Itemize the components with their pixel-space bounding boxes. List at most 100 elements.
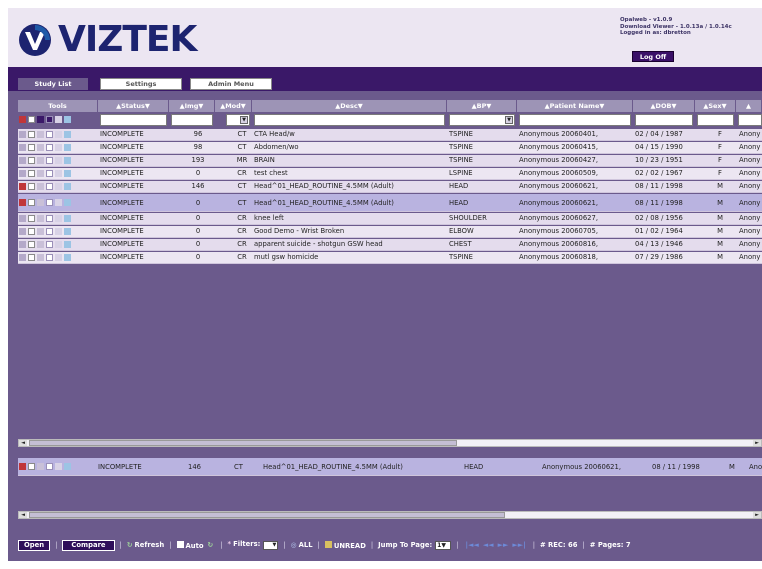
hold-icon[interactable] <box>19 144 26 151</box>
table-row[interactable]: INCOMPLETE 0 CR mutl gsw homicide TSPINE Anon… <box>18 252 762 264</box>
send-icon[interactable] <box>64 157 71 164</box>
tab-admin-menu[interactable]: Admin Menu <box>190 78 272 90</box>
unread-filter-button[interactable]: UNREAD <box>324 540 366 550</box>
send-icon[interactable] <box>64 463 71 470</box>
row-checkbox[interactable] <box>28 170 35 177</box>
key-icon[interactable] <box>37 228 44 235</box>
delete-icon[interactable] <box>55 463 62 470</box>
send-icon[interactable] <box>64 228 71 235</box>
report-icon[interactable] <box>46 199 53 206</box>
report-icon[interactable] <box>46 254 53 261</box>
delete-icon[interactable] <box>55 131 62 138</box>
bp-filter-select[interactable]: ▼ <box>449 114 515 126</box>
all-filter-button[interactable]: ◎ ALL <box>291 541 313 549</box>
delete-icon[interactable] <box>55 199 62 206</box>
table-row[interactable]: INCOMPLETE 0 CR test chest LSPINE Anonymous 2… <box>18 168 762 180</box>
row-checkbox[interactable] <box>28 215 35 222</box>
auto-refresh-icon[interactable]: ↻ <box>208 541 214 549</box>
scroll-thumb[interactable] <box>29 512 505 518</box>
hold-icon[interactable] <box>19 215 26 222</box>
report-icon[interactable] <box>46 241 53 248</box>
col-header-img[interactable]: ▲Img▼ <box>169 100 215 112</box>
col-header-mod[interactable]: ▲Mod▼ <box>215 100 252 112</box>
send-icon[interactable] <box>64 199 71 206</box>
send-icon[interactable] <box>64 241 71 248</box>
delete-icon[interactable] <box>55 170 62 177</box>
filters-select[interactable]: ▼ <box>263 541 279 550</box>
delete-icon[interactable] <box>55 215 62 222</box>
scroll-left-icon[interactable]: ◄ <box>19 440 27 446</box>
tab-settings[interactable]: Settings <box>100 78 182 90</box>
selected-study-row[interactable]: INCOMPLETE 146 CT Head^01_HEAD_ROUTINE_4… <box>18 458 762 476</box>
hold-icon[interactable] <box>19 116 26 123</box>
grid-horizontal-scrollbar[interactable]: ◄ ► <box>18 439 762 447</box>
auto-toggle[interactable]: Auto <box>176 540 204 550</box>
key-icon[interactable] <box>37 254 44 261</box>
more-filter-input[interactable] <box>738 114 762 126</box>
last-page-icon[interactable]: ►►| <box>512 541 525 549</box>
row-checkbox[interactable] <box>28 199 35 206</box>
col-header-desc[interactable]: ▲Desc▼ <box>252 100 447 112</box>
report-icon[interactable] <box>46 131 53 138</box>
hold-icon[interactable] <box>19 241 26 248</box>
send-icon[interactable] <box>64 254 71 261</box>
preview-horizontal-scrollbar[interactable]: ◄ ► <box>18 511 762 519</box>
hold-icon[interactable] <box>19 199 26 206</box>
report-icon[interactable] <box>46 183 53 190</box>
scroll-left-icon[interactable]: ◄ <box>19 512 27 518</box>
row-checkbox[interactable] <box>28 157 35 164</box>
open-button[interactable]: Open <box>18 539 51 551</box>
delete-icon[interactable] <box>55 241 62 248</box>
hold-icon[interactable] <box>19 463 26 470</box>
hold-icon[interactable] <box>19 228 26 235</box>
table-row[interactable]: INCOMPLETE 193 MR BRAIN TSPINE Anonymous 2006… <box>18 155 762 167</box>
table-row[interactable]: INCOMPLETE 0 CT Head^01_HEAD_ROUTINE_4.5MM … <box>18 194 762 212</box>
key-icon[interactable] <box>37 131 44 138</box>
delete-icon[interactable] <box>55 116 62 123</box>
table-row[interactable]: INCOMPLETE 96 CT CTA Head/w TSPINE Anonymous … <box>18 129 762 141</box>
key-icon[interactable] <box>37 215 44 222</box>
hold-icon[interactable] <box>19 183 26 190</box>
send-icon[interactable] <box>64 131 71 138</box>
first-page-icon[interactable]: |◄◄ <box>465 541 478 549</box>
table-row[interactable]: INCOMPLETE 98 CT Abdomen/wo TSPINE Anonymous … <box>18 142 762 154</box>
report-icon[interactable] <box>46 170 53 177</box>
delete-icon[interactable] <box>55 183 62 190</box>
refresh-button[interactable]: ↻ Refresh <box>127 541 164 549</box>
col-header-status[interactable]: ▲Status▼ <box>98 100 169 112</box>
send-icon[interactable] <box>64 183 71 190</box>
tab-study-list[interactable]: Study List <box>18 78 88 90</box>
delete-icon[interactable] <box>55 228 62 235</box>
delete-icon[interactable] <box>55 157 62 164</box>
row-checkbox[interactable] <box>28 183 35 190</box>
hold-icon[interactable] <box>19 170 26 177</box>
col-header-bp[interactable]: ▲BP▼ <box>447 100 517 112</box>
report-icon[interactable] <box>46 228 53 235</box>
col-header-more[interactable]: ▲ <box>736 100 762 112</box>
previous-page-icon[interactable]: ◄◄ <box>483 541 494 549</box>
send-icon[interactable] <box>64 170 71 177</box>
col-header-patient-name[interactable]: ▲Patient Name▼ <box>517 100 633 112</box>
key-icon[interactable] <box>37 199 44 206</box>
hold-icon[interactable] <box>19 254 26 261</box>
log-off-button[interactable]: Log Off <box>632 51 674 62</box>
key-icon[interactable] <box>37 183 44 190</box>
key-icon[interactable] <box>37 463 44 470</box>
send-icon[interactable] <box>64 144 71 151</box>
patient-name-filter-input[interactable] <box>519 114 631 126</box>
next-page-icon[interactable]: ►► <box>498 541 509 549</box>
col-header-dob[interactable]: ▲DOB▼ <box>633 100 695 112</box>
report-icon[interactable] <box>46 157 53 164</box>
hold-icon[interactable] <box>19 131 26 138</box>
table-row[interactable]: INCOMPLETE 0 CR Good Demo - Wrist Broken ELB… <box>18 226 762 238</box>
row-checkbox[interactable] <box>28 463 35 470</box>
desc-filter-input[interactable] <box>254 114 445 126</box>
key-icon[interactable] <box>37 144 44 151</box>
table-row[interactable]: INCOMPLETE 146 CT Head^01_HEAD_ROUTINE_4.5M… <box>18 181 762 193</box>
col-header-sex[interactable]: ▲Sex▼ <box>695 100 736 112</box>
table-row[interactable]: INCOMPLETE 0 CR apparent suicide - shotgun … <box>18 239 762 251</box>
table-row[interactable]: INCOMPLETE 0 CR knee left SHOULDER Anonymous … <box>18 213 762 225</box>
row-checkbox[interactable] <box>28 144 35 151</box>
report-icon[interactable] <box>46 463 53 470</box>
status-filter-input[interactable] <box>100 114 167 126</box>
